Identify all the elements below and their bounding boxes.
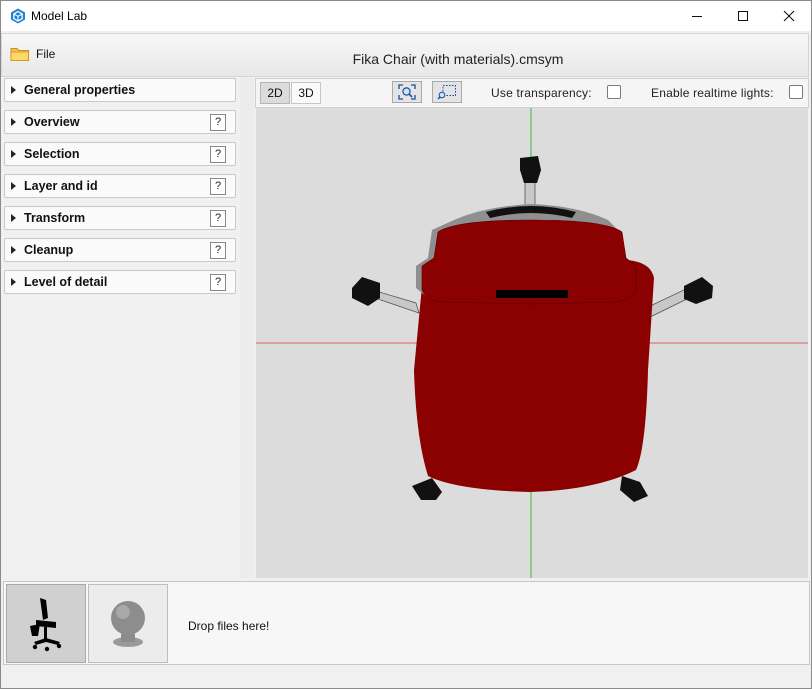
mode-3d-button[interactable]: 3D (291, 82, 321, 104)
expand-triangle-icon (11, 150, 16, 158)
drop-files-text: Drop files here! (188, 619, 270, 633)
panel-label: Level of detail (24, 275, 108, 289)
transparency-label: Use transparency: (491, 86, 592, 100)
main-toolbar: File Fika Chair (with materials).cmsym (1, 33, 809, 77)
zoom-extents-button[interactable] (392, 81, 422, 103)
panel-splitter[interactable] (240, 78, 254, 578)
help-button[interactable]: ? (210, 274, 226, 291)
help-button[interactable]: ? (210, 210, 226, 227)
expand-triangle-icon (11, 118, 16, 126)
maximize-button[interactable] (720, 1, 765, 31)
title-bar: Model Lab (1, 1, 811, 31)
drop-area[interactable]: Drop files here! (3, 581, 810, 665)
model-viewport[interactable] (256, 108, 808, 578)
panel-label: Selection (24, 147, 80, 161)
panel-label: Layer and id (24, 179, 98, 193)
panel-label: Cleanup (24, 243, 74, 257)
material-sphere-icon (111, 600, 145, 647)
expand-triangle-icon (11, 182, 16, 190)
help-button[interactable]: ? (210, 178, 226, 195)
panel-label: Overview (24, 115, 80, 129)
material-thumbnail-sphere[interactable] (88, 584, 168, 663)
folder-icon (10, 48, 29, 61)
help-button[interactable]: ? (210, 114, 226, 131)
panel-level-of-detail[interactable]: Level of detail ? (4, 270, 236, 294)
chair-model (352, 156, 713, 502)
document-title: Fika Chair (with materials).cmsym (352, 51, 564, 67)
expand-triangle-icon (11, 86, 16, 94)
close-button[interactable] (766, 1, 811, 31)
close-icon (783, 10, 794, 22)
panel-label: General properties (24, 83, 136, 97)
transparency-checkbox[interactable] (607, 85, 621, 99)
minimize-button[interactable] (674, 1, 719, 31)
panel-general-properties[interactable]: General properties (4, 78, 236, 102)
panel-cleanup[interactable]: Cleanup ? (4, 238, 236, 262)
file-menu-button[interactable]: File (10, 43, 55, 65)
properties-panel: General properties Overview ? Selection … (3, 78, 237, 578)
minimize-icon (691, 16, 702, 17)
mode-2d-button[interactable]: 2D (260, 82, 290, 104)
viewport-toolbar: 2D 3D Use transparency: Enable realtime … (255, 78, 809, 108)
expand-triangle-icon (11, 214, 16, 222)
zoom-extents-icon (398, 84, 416, 100)
panel-layer-and-id[interactable]: Layer and id ? (4, 174, 236, 198)
window-title: Model Lab (31, 9, 88, 23)
expand-triangle-icon (11, 246, 16, 254)
file-menu-label: File (36, 47, 56, 61)
panel-overview[interactable]: Overview ? (4, 110, 236, 134)
help-button[interactable]: ? (210, 146, 226, 163)
zoom-selection-button[interactable] (432, 81, 462, 103)
office-chair-icon (30, 597, 62, 651)
viewport-canvas[interactable] (256, 108, 808, 578)
realtime-lights-label: Enable realtime lights: (651, 86, 774, 100)
panel-transform[interactable]: Transform ? (4, 206, 236, 230)
zoom-selection-icon (437, 85, 456, 100)
model-thumbnail-chair[interactable] (6, 584, 86, 663)
panel-selection[interactable]: Selection ? (4, 142, 236, 166)
help-button[interactable]: ? (210, 242, 226, 259)
realtime-lights-checkbox[interactable] (789, 85, 803, 99)
expand-triangle-icon (11, 278, 16, 286)
model-lab-icon (11, 8, 25, 24)
panel-label: Transform (24, 211, 86, 225)
maximize-icon (737, 11, 748, 21)
